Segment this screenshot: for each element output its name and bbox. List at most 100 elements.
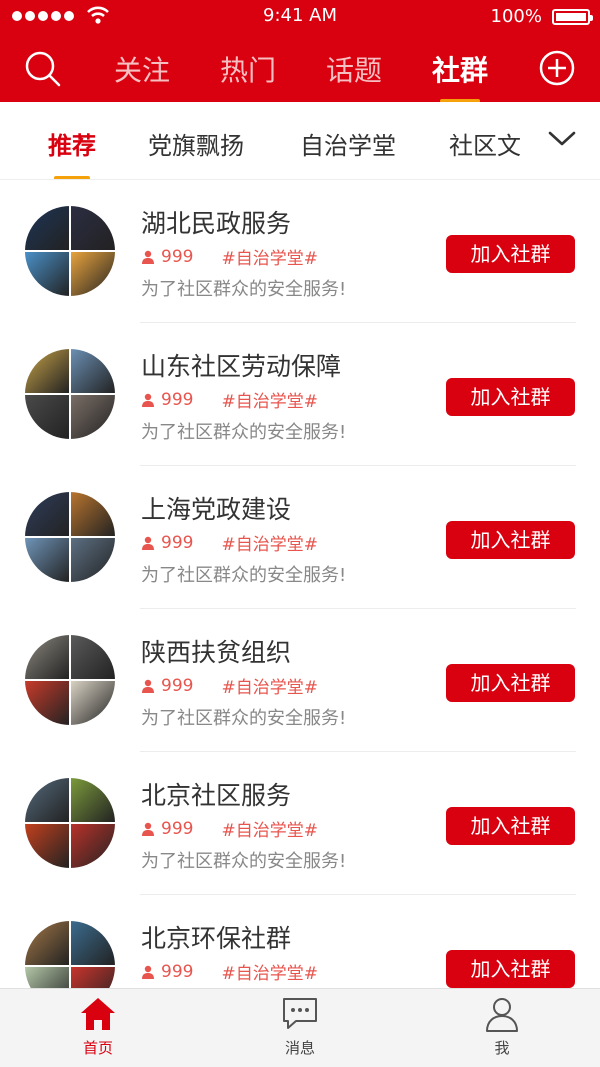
group-list-item[interactable]: 湖北民政服务 999 #自治学堂# 为了社区群众的安全服务! 加入社群 [0, 180, 600, 323]
top-navigation: 关注 热门 话题 社群 [0, 34, 600, 103]
status-bar: 9:41 AM 100% [0, 0, 600, 34]
member-count: 999 [161, 675, 194, 696]
tab-hot[interactable]: 热门 [220, 49, 276, 89]
battery-percent: 100% [490, 6, 542, 27]
group-description: 为了社区群众的安全服务! [141, 708, 347, 729]
tabbar-messages-label: 消息 [284, 1039, 315, 1057]
search-icon[interactable] [24, 50, 62, 88]
tabbar-home-label: 首页 [82, 1039, 113, 1057]
group-avatar [25, 492, 115, 582]
join-group-button[interactable]: 加入社群 [446, 521, 575, 559]
group-tag[interactable]: #自治学堂# [221, 673, 318, 698]
group-name: 北京社区服务 [141, 781, 292, 810]
group-meta: 999 #自治学堂# [141, 244, 318, 269]
avatar-photo [71, 252, 115, 296]
avatar-photo [25, 967, 69, 988]
group-list-item[interactable]: 山东社区劳动保障 999 #自治学堂# 为了社区群众的安全服务! 加入社群 [0, 323, 600, 466]
group-avatar [25, 921, 115, 988]
group-meta: 999 #自治学堂# [141, 387, 318, 412]
tabbar-home[interactable]: 首页 [58, 995, 138, 1058]
group-list-item[interactable]: 北京环保社群999#自治学堂#为了社区群众的安全服务!加入社群 [0, 895, 600, 988]
group-list-item[interactable]: 上海党政建设 999 #自治学堂# 为了社区群众的安全服务! 加入社群 [0, 466, 600, 609]
avatar-photo [25, 921, 69, 965]
join-group-button[interactable]: 加入社群 [446, 807, 575, 845]
avatar-photo [71, 824, 115, 868]
avatar-photo [25, 824, 69, 868]
avatar-photo [71, 635, 115, 679]
user-icon [486, 998, 518, 1032]
join-group-button[interactable]: 加入社群 [446, 378, 575, 416]
join-group-button[interactable]: 加入社群 [446, 235, 575, 273]
subtab-party-flag[interactable]: 党旗飘扬 [148, 126, 244, 161]
group-meta: 999 #自治学堂# [141, 673, 318, 698]
avatar-photo [71, 967, 115, 988]
group-name: 山东社区劳动保障 [141, 352, 342, 381]
group-tag[interactable]: #自治学堂# [221, 387, 318, 412]
avatar-photo [25, 252, 69, 296]
person-icon [142, 250, 154, 264]
group-avatar [25, 778, 115, 868]
join-group-button[interactable]: 加入社群 [446, 950, 575, 988]
tab-topics[interactable]: 话题 [326, 49, 382, 89]
subtab-self-governance[interactable]: 自治学堂 [300, 126, 396, 161]
group-name: 北京环保社群 [141, 924, 292, 953]
group-avatar [25, 349, 115, 439]
home-icon [81, 998, 115, 1030]
avatar-photo [25, 635, 69, 679]
person-icon [142, 536, 154, 550]
group-name: 上海党政建设 [141, 495, 292, 524]
member-count: 999 [161, 961, 194, 982]
group-description: 为了社区群众的安全服务! [141, 565, 347, 586]
group-description: 为了社区群众的安全服务! [141, 279, 347, 300]
tabbar-me-label: 我 [494, 1039, 510, 1057]
group-meta: 999 #自治学堂# [141, 816, 318, 841]
group-tag[interactable]: #自治学堂# [221, 244, 318, 269]
person-icon [142, 822, 154, 836]
group-name: 陕西扶贫组织 [141, 638, 292, 667]
group-tag[interactable]: #自治学堂# [221, 530, 318, 555]
avatar-photo [71, 538, 115, 582]
group-description: 为了社区群众的安全服务! [141, 851, 347, 872]
group-meta: 999 #自治学堂# [141, 959, 318, 984]
chevron-down-icon[interactable] [548, 130, 576, 148]
person-icon [142, 965, 154, 979]
group-description: 为了社区群众的安全服务! [141, 422, 347, 443]
group-tag[interactable]: #自治学堂# [221, 816, 318, 841]
message-icon [283, 998, 317, 1029]
group-tag[interactable]: #自治学堂# [221, 959, 318, 984]
group-name: 湖北民政服务 [141, 209, 292, 238]
avatar-photo [25, 206, 69, 250]
member-count: 999 [161, 246, 194, 267]
person-icon [142, 679, 154, 693]
avatar-photo [25, 395, 69, 439]
group-avatar [25, 206, 115, 296]
group-list-item[interactable]: 北京社区服务 999 #自治学堂# 为了社区群众的安全服务! 加入社群 [0, 752, 600, 895]
avatar-photo [71, 778, 115, 822]
avatar-photo [25, 538, 69, 582]
member-count: 999 [161, 389, 194, 410]
add-icon[interactable] [538, 49, 576, 87]
avatar-photo [25, 492, 69, 536]
avatar-photo [71, 681, 115, 725]
category-tabs: 推荐 党旗飘扬 自治学堂 社区文 [0, 102, 600, 180]
member-count: 999 [161, 818, 194, 839]
join-group-button[interactable]: 加入社群 [446, 664, 575, 702]
tab-follow[interactable]: 关注 [114, 49, 170, 89]
tabbar-messages[interactable]: 消息 [260, 995, 340, 1058]
group-meta: 999 #自治学堂# [141, 530, 318, 555]
battery-icon [552, 9, 593, 25]
avatar-photo [25, 778, 69, 822]
avatar-photo [25, 681, 69, 725]
subtab-recommend[interactable]: 推荐 [48, 126, 96, 179]
avatar-photo [25, 349, 69, 393]
avatar-photo [71, 206, 115, 250]
group-list-item[interactable]: 陕西扶贫组织 999 #自治学堂# 为了社区群众的安全服务! 加入社群 [0, 609, 600, 752]
person-icon [142, 393, 154, 407]
avatar-photo [71, 395, 115, 439]
subtab-community-culture[interactable]: 社区文 [449, 126, 521, 161]
avatar-photo [71, 492, 115, 536]
app-header: 9:41 AM 100% 关注 热门 话题 社群 [0, 0, 600, 103]
group-list: 湖北民政服务 999 #自治学堂# 为了社区群众的安全服务! 加入社群 山东社区劳动保障 9… [0, 180, 600, 988]
tabbar-me[interactable]: 我 [462, 995, 542, 1058]
tab-community[interactable]: 社群 [432, 49, 488, 103]
